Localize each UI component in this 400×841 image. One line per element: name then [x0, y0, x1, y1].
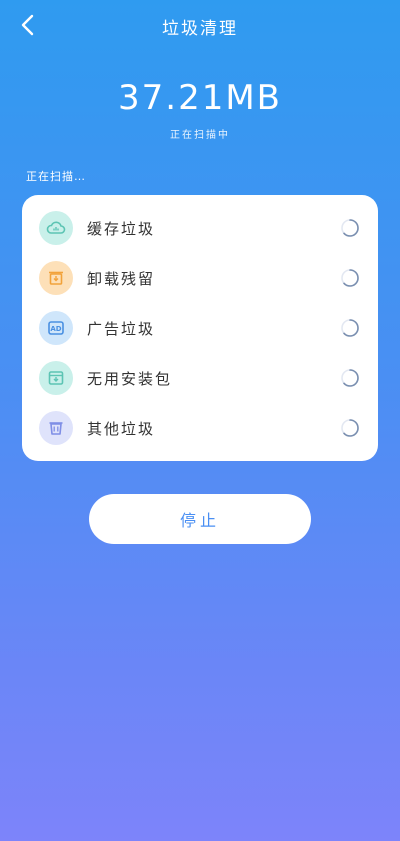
loading-spinner-icon	[341, 419, 359, 437]
svg-text:AD: AD	[50, 325, 61, 333]
loading-spinner-icon	[341, 319, 359, 337]
item-label: 无用安装包	[87, 369, 173, 388]
junk-size: 37.21MB	[118, 78, 282, 118]
loading-spinner-icon	[341, 369, 359, 387]
item-label: 其他垃圾	[87, 419, 156, 438]
page-title: 垃圾清理	[162, 19, 238, 39]
cloud-icon	[39, 211, 73, 245]
loading-spinner-icon	[341, 269, 359, 287]
ad-icon: AD	[39, 311, 73, 345]
uninstall-icon	[39, 261, 73, 295]
loading-spinner-icon	[341, 219, 359, 237]
item-label: 卸载残留	[87, 269, 156, 288]
scanning-label: 正在扫描…	[26, 170, 86, 183]
trash-icon	[39, 411, 73, 445]
stop-button[interactable]: 停止	[89, 494, 311, 544]
list-item-ads: AD 广告垃圾	[22, 303, 378, 353]
list-item-other: 其他垃圾	[22, 403, 378, 453]
item-label: 缓存垃圾	[87, 219, 156, 238]
scan-list-card: 缓存垃圾 卸载残留 AD 广告垃圾 无用安装包 其他垃圾	[22, 195, 378, 461]
item-label: 广告垃圾	[87, 319, 156, 338]
header: 垃圾清理	[0, 0, 400, 50]
package-icon	[39, 361, 73, 395]
list-item-cache: 缓存垃圾	[22, 203, 378, 253]
scan-status: 正在扫描中	[170, 130, 230, 141]
list-item-uninstall: 卸载残留	[22, 253, 378, 303]
list-item-packages: 无用安装包	[22, 353, 378, 403]
